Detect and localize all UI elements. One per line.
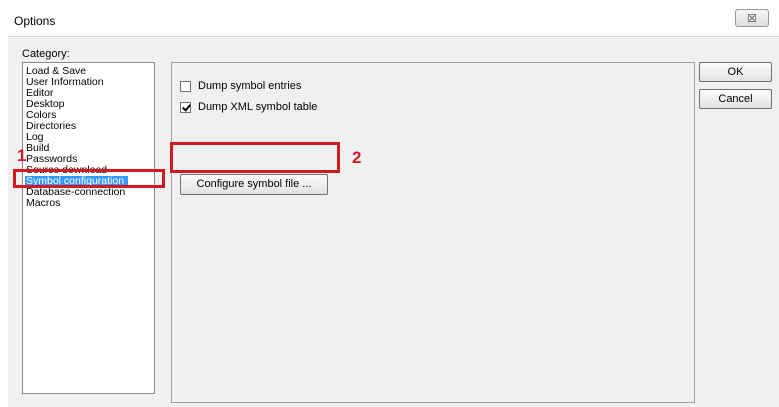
options-dialog: Category: Load & Save User Information E… (8, 36, 779, 407)
title-bar: Options ☒ (0, 0, 779, 36)
annotation-marker-1: 1 (17, 146, 27, 165)
ok-button[interactable]: OK (699, 62, 772, 82)
dump-xml-symbol-table-checkbox[interactable] (180, 101, 191, 113)
dump-symbol-entries-option[interactable]: Dump symbol entries (180, 79, 301, 93)
close-icon: ☒ (747, 13, 757, 25)
symbol-configuration-panel: Dump symbol entries Dump XML symbol tabl… (171, 62, 695, 403)
category-label: Category: (22, 48, 70, 60)
highlight-configure-symbol-file (170, 142, 340, 173)
annotation-marker-2: 2 (352, 148, 362, 167)
dump-symbol-entries-label: Dump symbol entries (198, 80, 302, 92)
close-button[interactable]: ☒ (735, 9, 769, 27)
dump-symbol-entries-checkbox[interactable] (180, 80, 191, 92)
cancel-button[interactable]: Cancel (699, 89, 772, 109)
window-title: Options (14, 14, 56, 28)
dump-xml-symbol-table-label: Dump XML symbol table (198, 101, 318, 113)
dump-xml-symbol-table-option[interactable]: Dump XML symbol table (180, 100, 317, 114)
category-item-macros[interactable]: Macros (26, 198, 60, 209)
category-list[interactable]: Load & Save User Information Editor Desk… (22, 62, 155, 394)
configure-symbol-file-button[interactable]: Configure symbol file ... (180, 174, 328, 195)
highlight-symbol-configuration (13, 169, 165, 188)
